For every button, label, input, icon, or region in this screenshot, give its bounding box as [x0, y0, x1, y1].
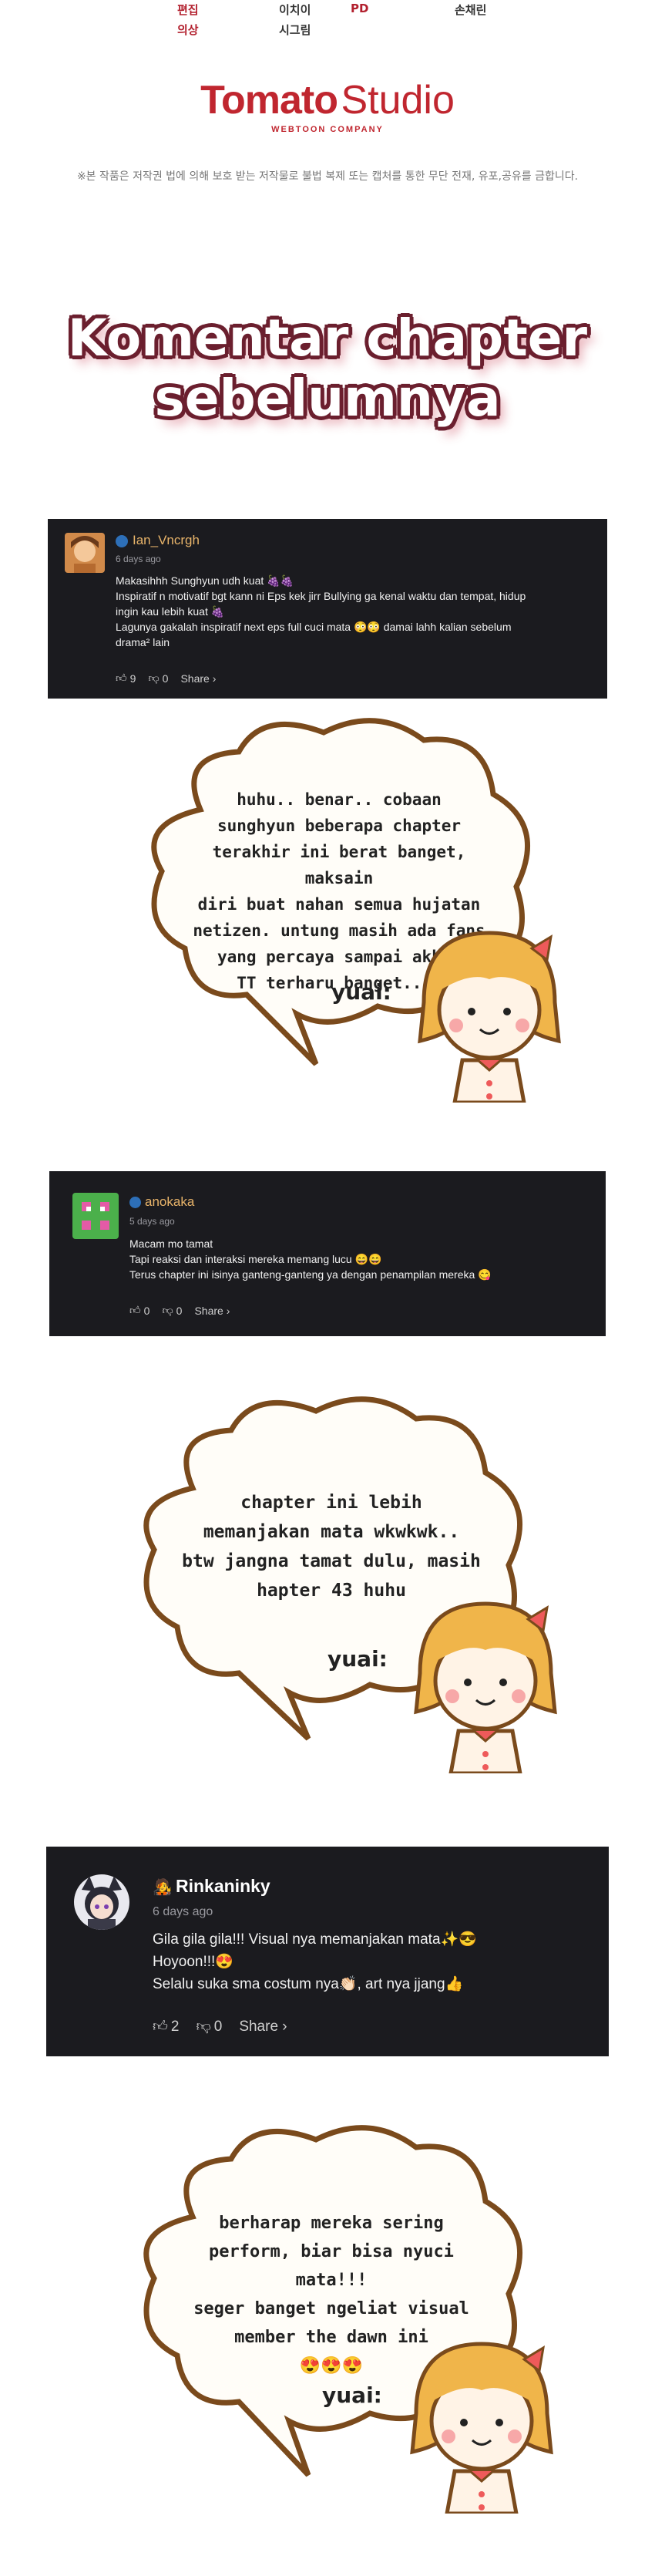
thumbs-down-icon: 👎︎ [148, 672, 160, 684]
comment-line: ingin kau lebih kuat 🍇 [116, 605, 225, 618]
platform-badge-icon [129, 1197, 141, 1208]
girl-character-icon [418, 931, 561, 1103]
avatar [72, 1193, 119, 1239]
comment-username[interactable]: anokaka [145, 1194, 194, 1210]
like-button[interactable]: 👍︎ 9 [116, 672, 136, 685]
reply-bubble-3: berharap mereka sering perform, biar bis… [0, 2116, 655, 2548]
comment-body: Gila gila gila!!! Visual nya memanjakan … [153, 1928, 592, 1995]
reply-line: btw jangna tamat dulu, masih [182, 1551, 481, 1571]
comment-line: Terus chapter ini isinya ganteng-ganteng… [129, 1268, 492, 1281]
reply-line: sunghyun beberapa chapter [217, 817, 462, 835]
comment-timestamp: 6 days ago [116, 554, 161, 564]
comment-line: drama² lain [116, 636, 170, 648]
comment-line: Selalu suka sma costum nya👏🏻, art nya jj… [153, 1976, 464, 1992]
reply-line: terakhir ini berat banget, maksain [212, 843, 466, 887]
share-button[interactable]: Share › [194, 1304, 230, 1317]
reply-line: huhu.. benar.. cobaan [237, 790, 442, 809]
logo-word-studio: Studio [341, 78, 455, 123]
comment-line: Lagunya gakalah inspiratif next eps full… [116, 621, 512, 633]
credit-edit-label: 편집 [177, 3, 199, 17]
thumbs-up-icon: 👍︎ [116, 672, 127, 684]
logo-subtitle: WEBTOON COMPANY [271, 125, 384, 134]
reply-bubble-1: huhu.. benar.. cobaan sunghyun beberapa … [0, 709, 655, 1110]
comment-line: Gila gila gila!!! Visual nya memanjakan … [153, 1931, 477, 1948]
share-button[interactable]: Share › [180, 672, 216, 685]
comment-line: Makasihhh Sunghyun udh kuat 🍇🍇 [116, 574, 294, 587]
avatar [74, 1874, 129, 1930]
logo-word-tomato: Tomato [200, 78, 338, 123]
reply-signature: yuai: [322, 2382, 382, 2408]
comment-card-3: 🧑‍🎤 Rinkaninky 6 days ago Gila gila gila… [46, 1847, 609, 2056]
dislike-button[interactable]: 👎︎ 0 [196, 2018, 222, 2036]
comment-username[interactable]: Rinkaninky [176, 1876, 270, 1897]
comment-username[interactable]: Ian_Vncrgh [133, 533, 200, 548]
headline-line-2: sebelumnya [154, 369, 501, 428]
comment-timestamp: 6 days ago [153, 1905, 213, 1918]
reply-line: berharap mereka sering [219, 2214, 444, 2233]
comment-line: Macam mo tamat [129, 1237, 213, 1250]
reply-line: diri buat nahan semua hujatan [197, 895, 481, 914]
reply-line: chapter ini lebih [240, 1493, 422, 1513]
reply-line: memanjakan mata wkwkwk.. [203, 1522, 460, 1542]
platform-badge-icon [116, 535, 128, 547]
credit-edit-name: 이치이 [279, 3, 311, 17]
credit-costume-label: 의상 [177, 23, 199, 37]
reply-line: seger banget ngeliat visual [193, 2299, 469, 2318]
credit-pd-label: PD [351, 2, 369, 15]
like-button[interactable]: 👍︎ 0 [129, 1304, 149, 1317]
comment-body: Macam mo tamat Tapi reaksi dan interaksi… [129, 1236, 592, 1282]
comment-line: Tapi reaksi dan interaksi mereka memang … [129, 1253, 382, 1265]
comment-body: Makasihhh Sunghyun udh kuat 🍇🍇 Inspirati… [116, 573, 601, 650]
dislike-button[interactable]: 👎︎ 0 [162, 1304, 182, 1317]
reply-signature: yuai: [328, 1646, 388, 1672]
credit-costume-name: 시그림 [279, 23, 311, 37]
reply-bubble-2: chapter ini lebih memanjakan mata wkwkwk… [0, 1388, 655, 1789]
credit-pd-name: 손채린 [455, 3, 487, 17]
user-badge-icon: 🧑‍🎤 [153, 1879, 172, 1896]
dislike-button[interactable]: 👎︎ 0 [148, 672, 168, 685]
comment-timestamp: 5 days ago [129, 1216, 175, 1227]
share-button[interactable]: Share › [239, 2018, 287, 2036]
girl-character-icon [414, 1601, 557, 1773]
comment-actions: 👍︎ 2 👎︎ 0 Share › [153, 2018, 287, 2036]
thumbs-up-icon: 👍︎ [129, 1304, 141, 1316]
like-button[interactable]: 👍︎ 2 [153, 2018, 179, 2036]
headline-line-1: Komentar chapter [67, 308, 588, 368]
comment-actions: 👍︎ 0 👎︎ 0 Share › [129, 1304, 230, 1317]
girl-character-icon [410, 2342, 553, 2514]
studio-logo: Tomato Studio WEBTOON COMPANY [0, 77, 655, 134]
comment-card-2: anokaka 5 days ago Macam mo tamat Tapi r… [49, 1171, 606, 1336]
reply-signature: yuai: [331, 979, 391, 1005]
comment-actions: 👍︎ 9 👎︎ 0 Share › [116, 672, 216, 685]
copyright-notice: ※본 작품은 저작권 법에 의해 보호 받는 저작물로 불법 복제 또는 캡처를… [76, 170, 579, 183]
thumbs-down-icon: 👎︎ [196, 2019, 211, 2035]
comment-line: Hoyoon!!!😍 [153, 1954, 233, 1970]
comment-card-1: Ian_Vncrgh 6 days ago Makasihhh Sunghyun… [48, 519, 607, 699]
thumbs-up-icon: 👍︎ [153, 2019, 168, 2035]
thumbs-down-icon: 👎︎ [162, 1304, 173, 1316]
avatar [65, 533, 105, 573]
reply-line: perform, biar bisa nyuci mata!!! [209, 2242, 454, 2290]
comment-line: Inspiratif n motivatif bgt kann ni Eps k… [116, 590, 526, 602]
